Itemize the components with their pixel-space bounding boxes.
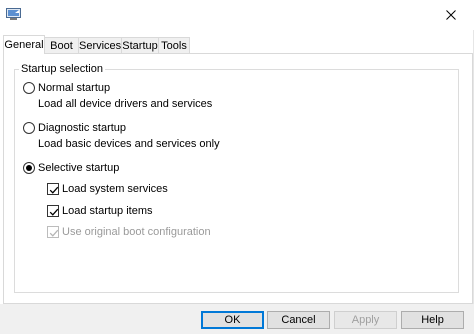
close-button[interactable] [428,0,474,30]
normal-startup-radio[interactable] [23,82,35,94]
tab-tools[interactable]: Tools [158,37,190,53]
tab-general[interactable]: General [3,35,45,54]
use-original-boot-config-label: Use original boot configuration [62,226,211,238]
load-system-services-label[interactable]: Load system services [62,183,168,196]
checkmark-icon [49,186,59,194]
close-icon [446,10,456,20]
tab-label: Boot [50,40,73,52]
tab-services[interactable]: Services [78,37,122,53]
normal-startup-label[interactable]: Normal startup [38,82,110,95]
tab-label: Startup [122,40,158,52]
msconfig-icon [6,8,21,20]
group-title: Startup selection [19,63,105,76]
selective-startup-label[interactable]: Selective startup [38,162,119,175]
use-original-boot-config-checkbox [47,226,59,238]
selective-startup-radio[interactable] [23,162,35,174]
apply-button: Apply [334,311,397,329]
load-startup-items-label[interactable]: Load startup items [62,205,153,218]
tab-label: Tools [161,40,187,52]
ok-button[interactable]: OK [201,311,264,329]
tab-boot[interactable]: Boot [44,37,79,53]
checkmark-icon [49,229,59,237]
cancel-button[interactable]: Cancel [267,311,330,329]
tab-label: Services [79,40,122,52]
load-startup-items-checkbox[interactable] [47,205,59,217]
diagnostic-startup-description: Load basic devices and services only [38,138,220,150]
tab-label: General [4,39,44,51]
load-system-services-checkbox[interactable] [47,183,59,195]
title-bar [0,0,474,30]
tab-startup[interactable]: Startup [121,37,159,53]
diagnostic-startup-radio[interactable] [23,122,35,134]
checkmark-icon [49,208,59,216]
normal-startup-description: Load all device drivers and services [38,98,213,110]
diagnostic-startup-label[interactable]: Diagnostic startup [38,122,126,135]
help-button[interactable]: Help [401,311,464,329]
